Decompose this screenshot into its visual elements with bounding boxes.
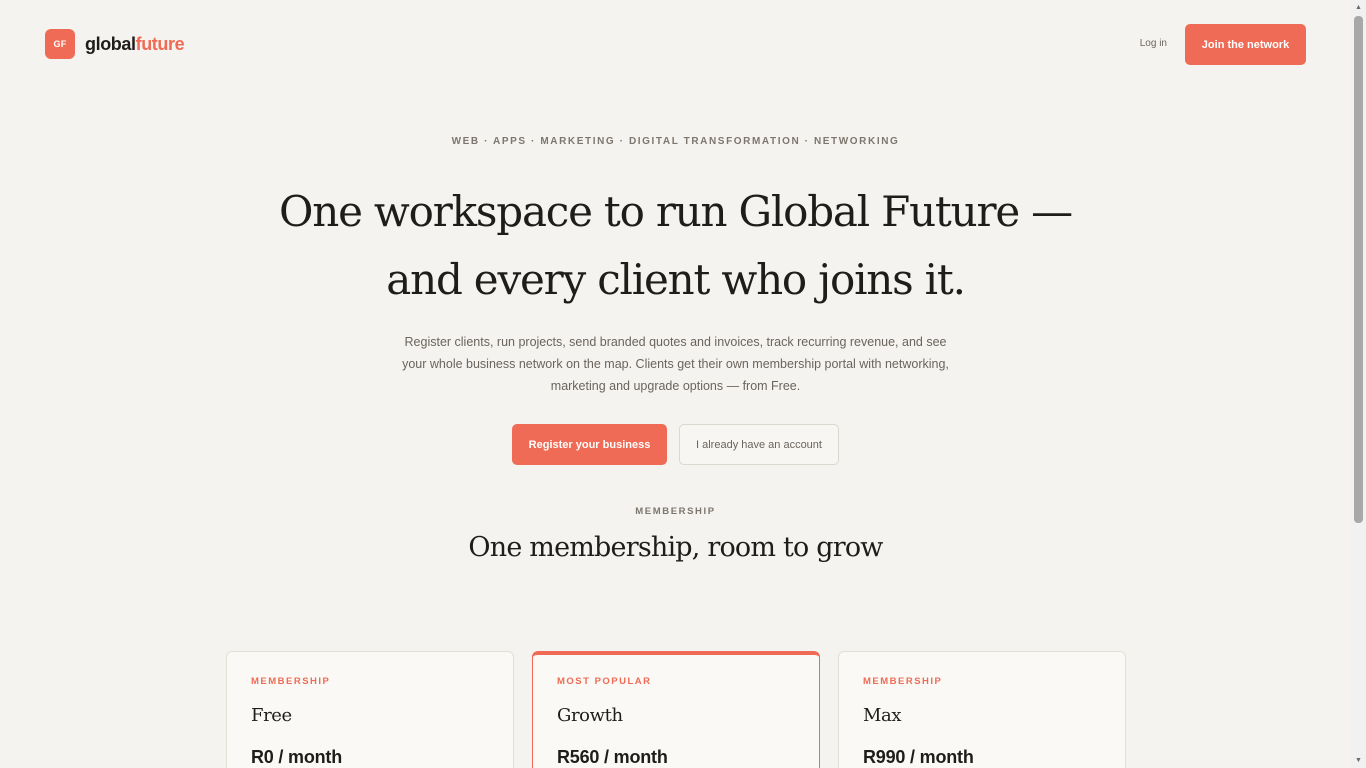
scroll-up-arrow-icon[interactable]: ▲ bbox=[1351, 0, 1366, 15]
login-link[interactable]: Log in bbox=[1140, 38, 1167, 49]
plan-card-max[interactable]: MEMBERSHIP Max R990 / month bbox=[838, 651, 1126, 768]
scrollbar-thumb[interactable] bbox=[1354, 16, 1363, 523]
logo-text-future: future bbox=[135, 33, 185, 54]
hero-title: One workspace to run Global Future — and… bbox=[0, 178, 1351, 314]
plan-tag: MEMBERSHIP bbox=[863, 676, 943, 687]
plan-name: Growth bbox=[557, 705, 623, 726]
logo[interactable]: GF globalfuture bbox=[45, 29, 185, 59]
site-header: GF globalfuture Log in Join the network bbox=[45, 24, 1306, 65]
plan-price: R0 / month bbox=[251, 747, 342, 767]
plan-name: Max bbox=[863, 705, 902, 726]
register-business-button[interactable]: Register your business bbox=[512, 424, 667, 465]
plan-name: Free bbox=[251, 705, 292, 726]
logo-mark-icon: GF bbox=[45, 29, 75, 59]
vertical-scrollbar[interactable]: ▲ ▼ bbox=[1351, 0, 1366, 768]
existing-account-button[interactable]: I already have an account bbox=[679, 424, 839, 465]
membership-eyebrow: MEMBERSHIP bbox=[635, 506, 716, 517]
plan-card-free[interactable]: MEMBERSHIP Free R0 / month bbox=[226, 651, 514, 768]
logo-wordmark: globalfuture bbox=[85, 33, 185, 55]
hero-title-line2: and every client who joins it. bbox=[386, 255, 966, 304]
hero-cta-row: Register your business I already have an… bbox=[512, 424, 839, 465]
plan-tag: MEMBERSHIP bbox=[251, 676, 331, 687]
hero-title-line1: One workspace to run Global Future — bbox=[279, 187, 1073, 236]
hero-subtitle: Register clients, run projects, send bra… bbox=[402, 335, 949, 393]
plan-price: R990 / month bbox=[863, 747, 974, 767]
membership-title: One membership, room to grow bbox=[468, 532, 883, 563]
plan-price: R560 / month bbox=[557, 747, 668, 767]
scroll-down-arrow-icon[interactable]: ▼ bbox=[1351, 753, 1366, 768]
hero-eyebrow: WEB · APPS · MARKETING · DIGITAL TRANSFO… bbox=[451, 136, 900, 147]
landing-page: GF globalfuture Log in Join the network … bbox=[0, 0, 1351, 768]
join-network-button[interactable]: Join the network bbox=[1185, 24, 1306, 65]
plan-card-growth[interactable]: MOST POPULAR Growth R560 / month bbox=[532, 651, 820, 768]
logo-text-global: global bbox=[85, 33, 136, 54]
plan-tag: MOST POPULAR bbox=[557, 676, 652, 687]
membership-cards: MEMBERSHIP Free R0 / month MOST POPULAR … bbox=[226, 651, 1126, 768]
